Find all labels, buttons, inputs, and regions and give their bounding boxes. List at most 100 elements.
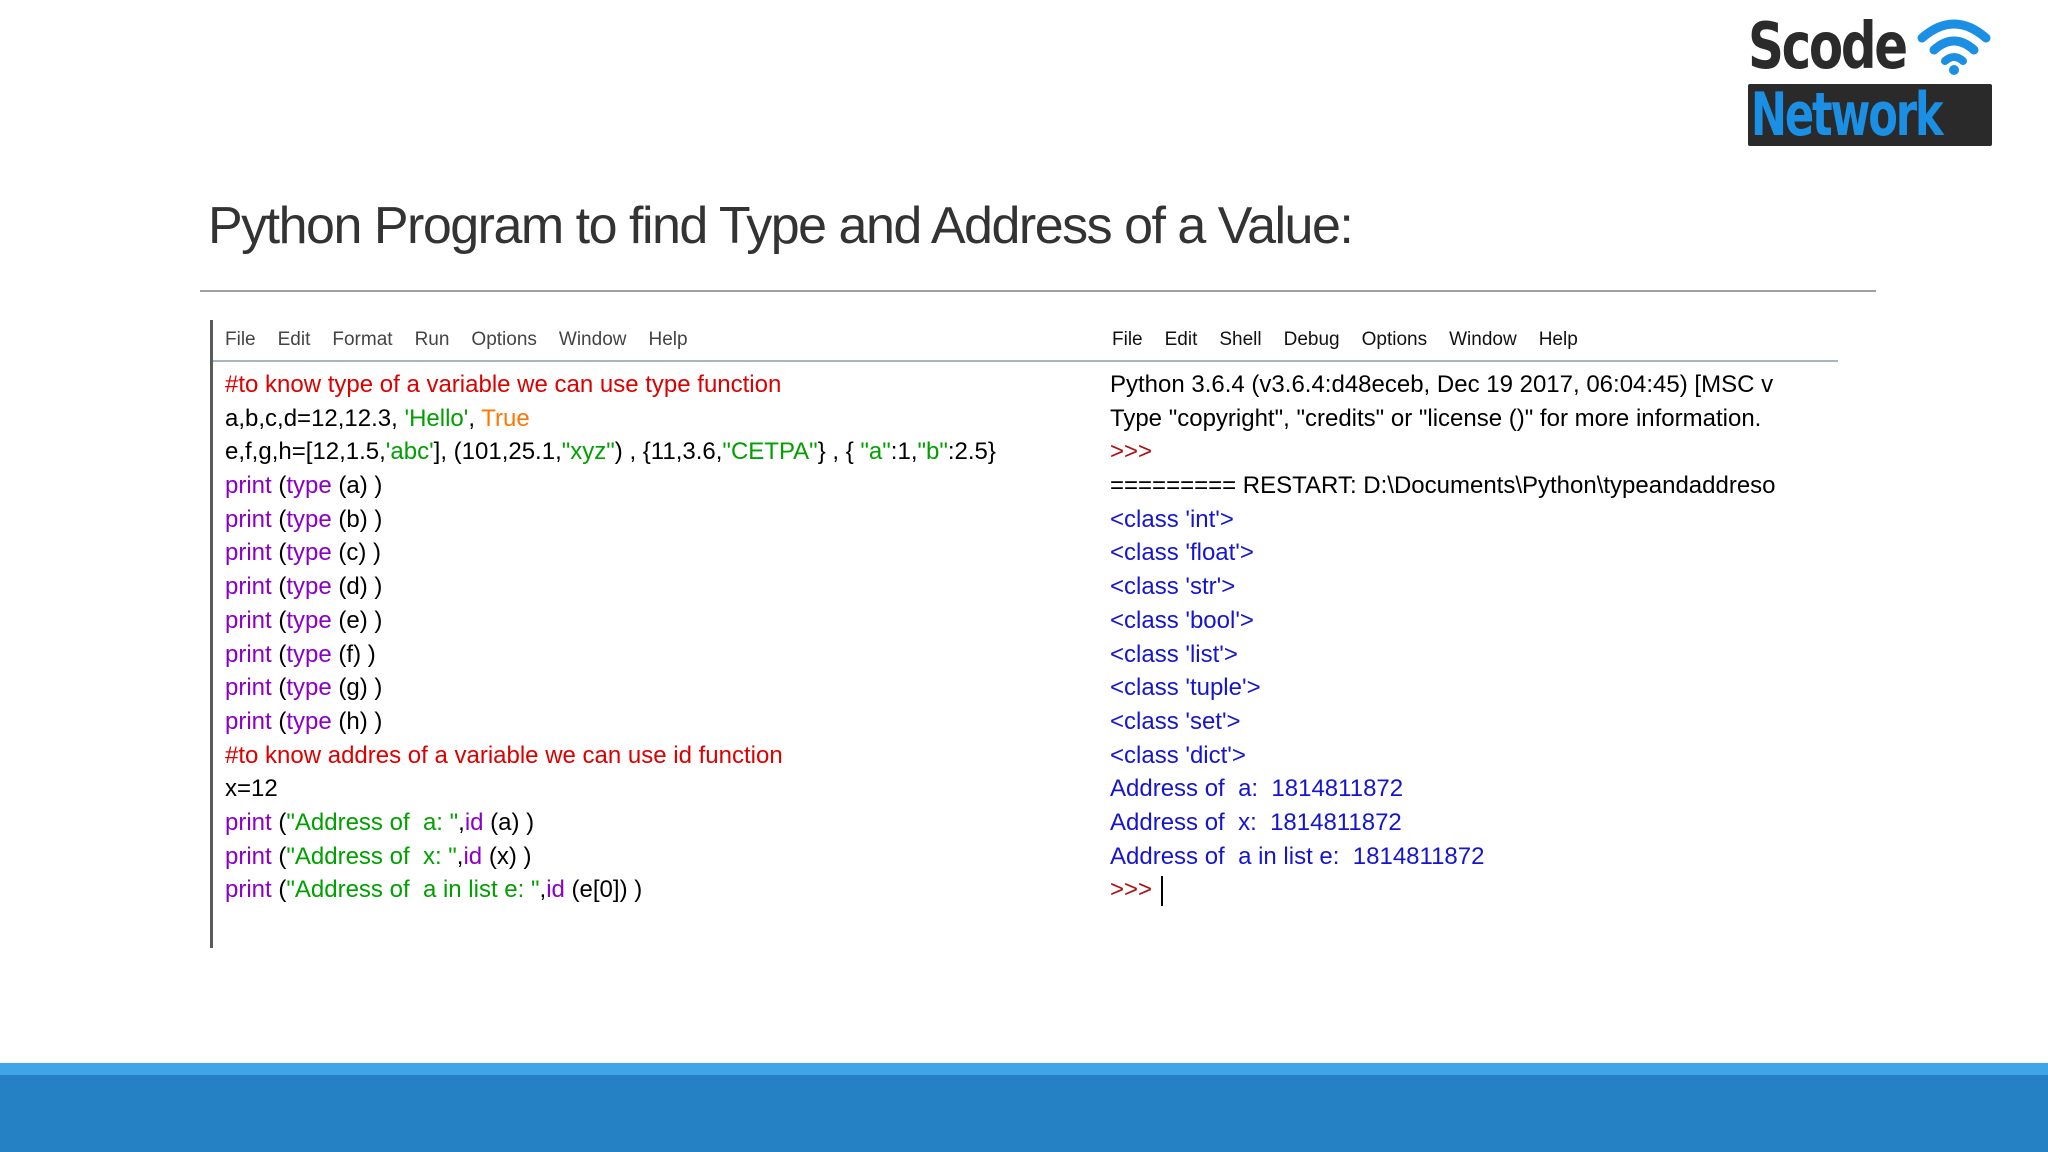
editor-token-string: "Address of x: " bbox=[286, 842, 457, 870]
slide-title: Python Program to find Type and Address … bbox=[208, 197, 1354, 255]
editor-token-keyword: id bbox=[546, 876, 565, 904]
shell-token-out: <class 'set'> bbox=[1110, 707, 1241, 735]
editor-menu-help[interactable]: Help bbox=[648, 329, 687, 351]
editor-token-keyword: type bbox=[286, 640, 332, 668]
shell-menu-options[interactable]: Options bbox=[1362, 329, 1427, 351]
editor-token-plain: (f) ) bbox=[331, 640, 376, 668]
editor-token-keyword: print bbox=[225, 606, 272, 634]
shell-menu-help[interactable]: Help bbox=[1539, 329, 1578, 351]
text-cursor bbox=[1160, 875, 1163, 906]
shell-token-plain: ========= RESTART: D:\Documents\Python\t… bbox=[1110, 472, 1776, 500]
editor-menu-window[interactable]: Window bbox=[559, 329, 627, 351]
editor-line: print ("Address of a: ",id (a) ) bbox=[225, 806, 1102, 840]
editor-line: print (type (a) ) bbox=[225, 469, 1102, 503]
shell-line: Address of x: 1814811872 bbox=[1110, 806, 1838, 840]
editor-token-keyword: type bbox=[286, 539, 332, 567]
footer-bar bbox=[0, 1075, 2048, 1152]
editor-token-plain: (e) ) bbox=[331, 606, 383, 634]
editor-menu-options[interactable]: Options bbox=[471, 329, 536, 351]
editor-token-string: "xyz" bbox=[561, 438, 615, 466]
logo-scode-text: Scode bbox=[1748, 10, 1908, 84]
editor-line: print (type (f) ) bbox=[225, 638, 1102, 672]
shell-menu-window[interactable]: Window bbox=[1449, 329, 1517, 351]
editor-code-area[interactable]: #to know type of a variable we can use t… bbox=[225, 368, 1102, 907]
editor-menu-edit[interactable]: Edit bbox=[278, 329, 311, 351]
shell-line: <class 'bool'> bbox=[1110, 604, 1838, 638]
editor-line: print ("Address of x: ",id (x) ) bbox=[225, 840, 1102, 874]
editor-token-plain: (x) ) bbox=[482, 842, 532, 870]
editor-token-plain: :1, bbox=[890, 438, 918, 466]
shell-token-out: <class 'str'> bbox=[1110, 573, 1236, 601]
shell-menu-file[interactable]: File bbox=[1112, 329, 1143, 351]
shell-line: <class 'list'> bbox=[1110, 638, 1838, 672]
shell-token-out: <class 'tuple'> bbox=[1110, 674, 1261, 702]
editor-token-plain: (b) ) bbox=[331, 505, 383, 533]
shell-token-plain: Python 3.6.4 (v3.6.4:d48eceb, Dec 19 201… bbox=[1110, 371, 1774, 398]
editor-token-keyword: print bbox=[225, 573, 272, 601]
editor-token-keyword: print bbox=[225, 707, 272, 735]
shell-line: >>> bbox=[1110, 435, 1838, 469]
editor-token-keyword: type bbox=[286, 707, 332, 735]
editor-token-keyword: type bbox=[286, 505, 332, 533]
shell-token-out: <class 'bool'> bbox=[1110, 606, 1254, 634]
editor-token-keyword: type bbox=[286, 573, 332, 601]
editor-token-plain: , bbox=[468, 404, 482, 432]
editor-menu-format[interactable]: Format bbox=[332, 329, 392, 351]
shell-menu-edit[interactable]: Edit bbox=[1165, 329, 1198, 351]
editor-line: #to know type of a variable we can use t… bbox=[225, 368, 1102, 402]
editor-token-keyword: print bbox=[225, 505, 272, 533]
editor-token-plain: } , { bbox=[817, 438, 861, 466]
editor-token-plain: ( bbox=[271, 539, 287, 567]
shell-token-out: <class 'int'> bbox=[1110, 505, 1234, 533]
shell-menubar: File Edit Shell Debug Options Window Help bbox=[1102, 320, 1838, 362]
editor-token-plain: ) , {11,3.6, bbox=[614, 438, 723, 466]
editor-token-plain: ( bbox=[271, 640, 287, 668]
shell-line: ========= RESTART: D:\Documents\Python\t… bbox=[1110, 469, 1838, 503]
editor-token-plain: (e[0]) ) bbox=[564, 876, 643, 904]
editor-line: x=12 bbox=[225, 772, 1102, 806]
editor-token-comment: #to know addres of a variable we can use… bbox=[225, 741, 783, 769]
shell-token-out: Address of a in list e: 1814811872 bbox=[1110, 842, 1485, 870]
shell-output-area[interactable]: Python 3.6.4 (v3.6.4:d48eceb, Dec 19 201… bbox=[1110, 368, 1838, 907]
shell-line: <class 'int'> bbox=[1110, 503, 1838, 537]
logo-network-plate: Network bbox=[1748, 84, 1992, 146]
idle-shell-window: File Edit Shell Debug Options Window Help Pyth… bbox=[1102, 320, 1838, 948]
editor-line: print (type (g) ) bbox=[225, 671, 1102, 705]
shell-token-out: Address of a: 1814811872 bbox=[1110, 775, 1404, 803]
editor-token-keyword: id bbox=[464, 808, 484, 836]
editor-token-string: "CETPA" bbox=[722, 438, 818, 466]
editor-token-plain: (d) ) bbox=[331, 573, 383, 601]
editor-token-plain: e,f,g,h=[12,1.5, bbox=[225, 438, 386, 466]
editor-token-string: "Address of a in list e: " bbox=[286, 876, 540, 904]
editor-token-string: 'Hello' bbox=[404, 404, 469, 432]
editor-token-keyword: type bbox=[286, 606, 332, 634]
editor-token-plain: ( bbox=[271, 808, 287, 836]
shell-line: Address of a: 1814811872 bbox=[1110, 772, 1838, 806]
title-divider bbox=[200, 290, 1876, 292]
shell-line: <class 'str'> bbox=[1110, 570, 1838, 604]
wifi-icon bbox=[1917, 19, 1991, 75]
editor-token-plain: ], (101,25.1, bbox=[433, 438, 562, 466]
editor-menu-file[interactable]: File bbox=[225, 329, 256, 351]
editor-token-plain: ( bbox=[271, 505, 287, 533]
editor-token-plain: (g) ) bbox=[331, 674, 383, 702]
editor-line: a,b,c,d=12,12.3, 'Hello', True bbox=[225, 402, 1102, 436]
editor-menubar: File Edit Format Run Options Window Help bbox=[213, 320, 1102, 362]
shell-line: Type "copyright", "credits" or "license … bbox=[1110, 402, 1838, 436]
shell-token-plain: Type "copyright", "credits" or "license … bbox=[1110, 404, 1762, 432]
editor-line: e,f,g,h=[12,1.5,'abc'], (101,25.1,"xyz")… bbox=[225, 435, 1102, 469]
editor-token-plain: ( bbox=[271, 573, 287, 601]
shell-menu-debug[interactable]: Debug bbox=[1284, 329, 1340, 351]
editor-token-plain: (h) ) bbox=[331, 707, 383, 735]
scode-network-logo: Scode Network bbox=[1748, 12, 1994, 146]
shell-line: Python 3.6.4 (v3.6.4:d48eceb, Dec 19 201… bbox=[1110, 368, 1838, 402]
editor-line: print (type (d) ) bbox=[225, 570, 1102, 604]
shell-line: <class 'tuple'> bbox=[1110, 671, 1838, 705]
editor-token-plain: , bbox=[458, 808, 465, 836]
shell-menu-shell[interactable]: Shell bbox=[1219, 329, 1261, 351]
editor-token-plain: ( bbox=[271, 472, 287, 500]
editor-token-keyword: print bbox=[225, 640, 272, 668]
editor-line: print (type (e) ) bbox=[225, 604, 1102, 638]
editor-token-plain: (a) ) bbox=[483, 808, 535, 836]
editor-menu-run[interactable]: Run bbox=[415, 329, 450, 351]
